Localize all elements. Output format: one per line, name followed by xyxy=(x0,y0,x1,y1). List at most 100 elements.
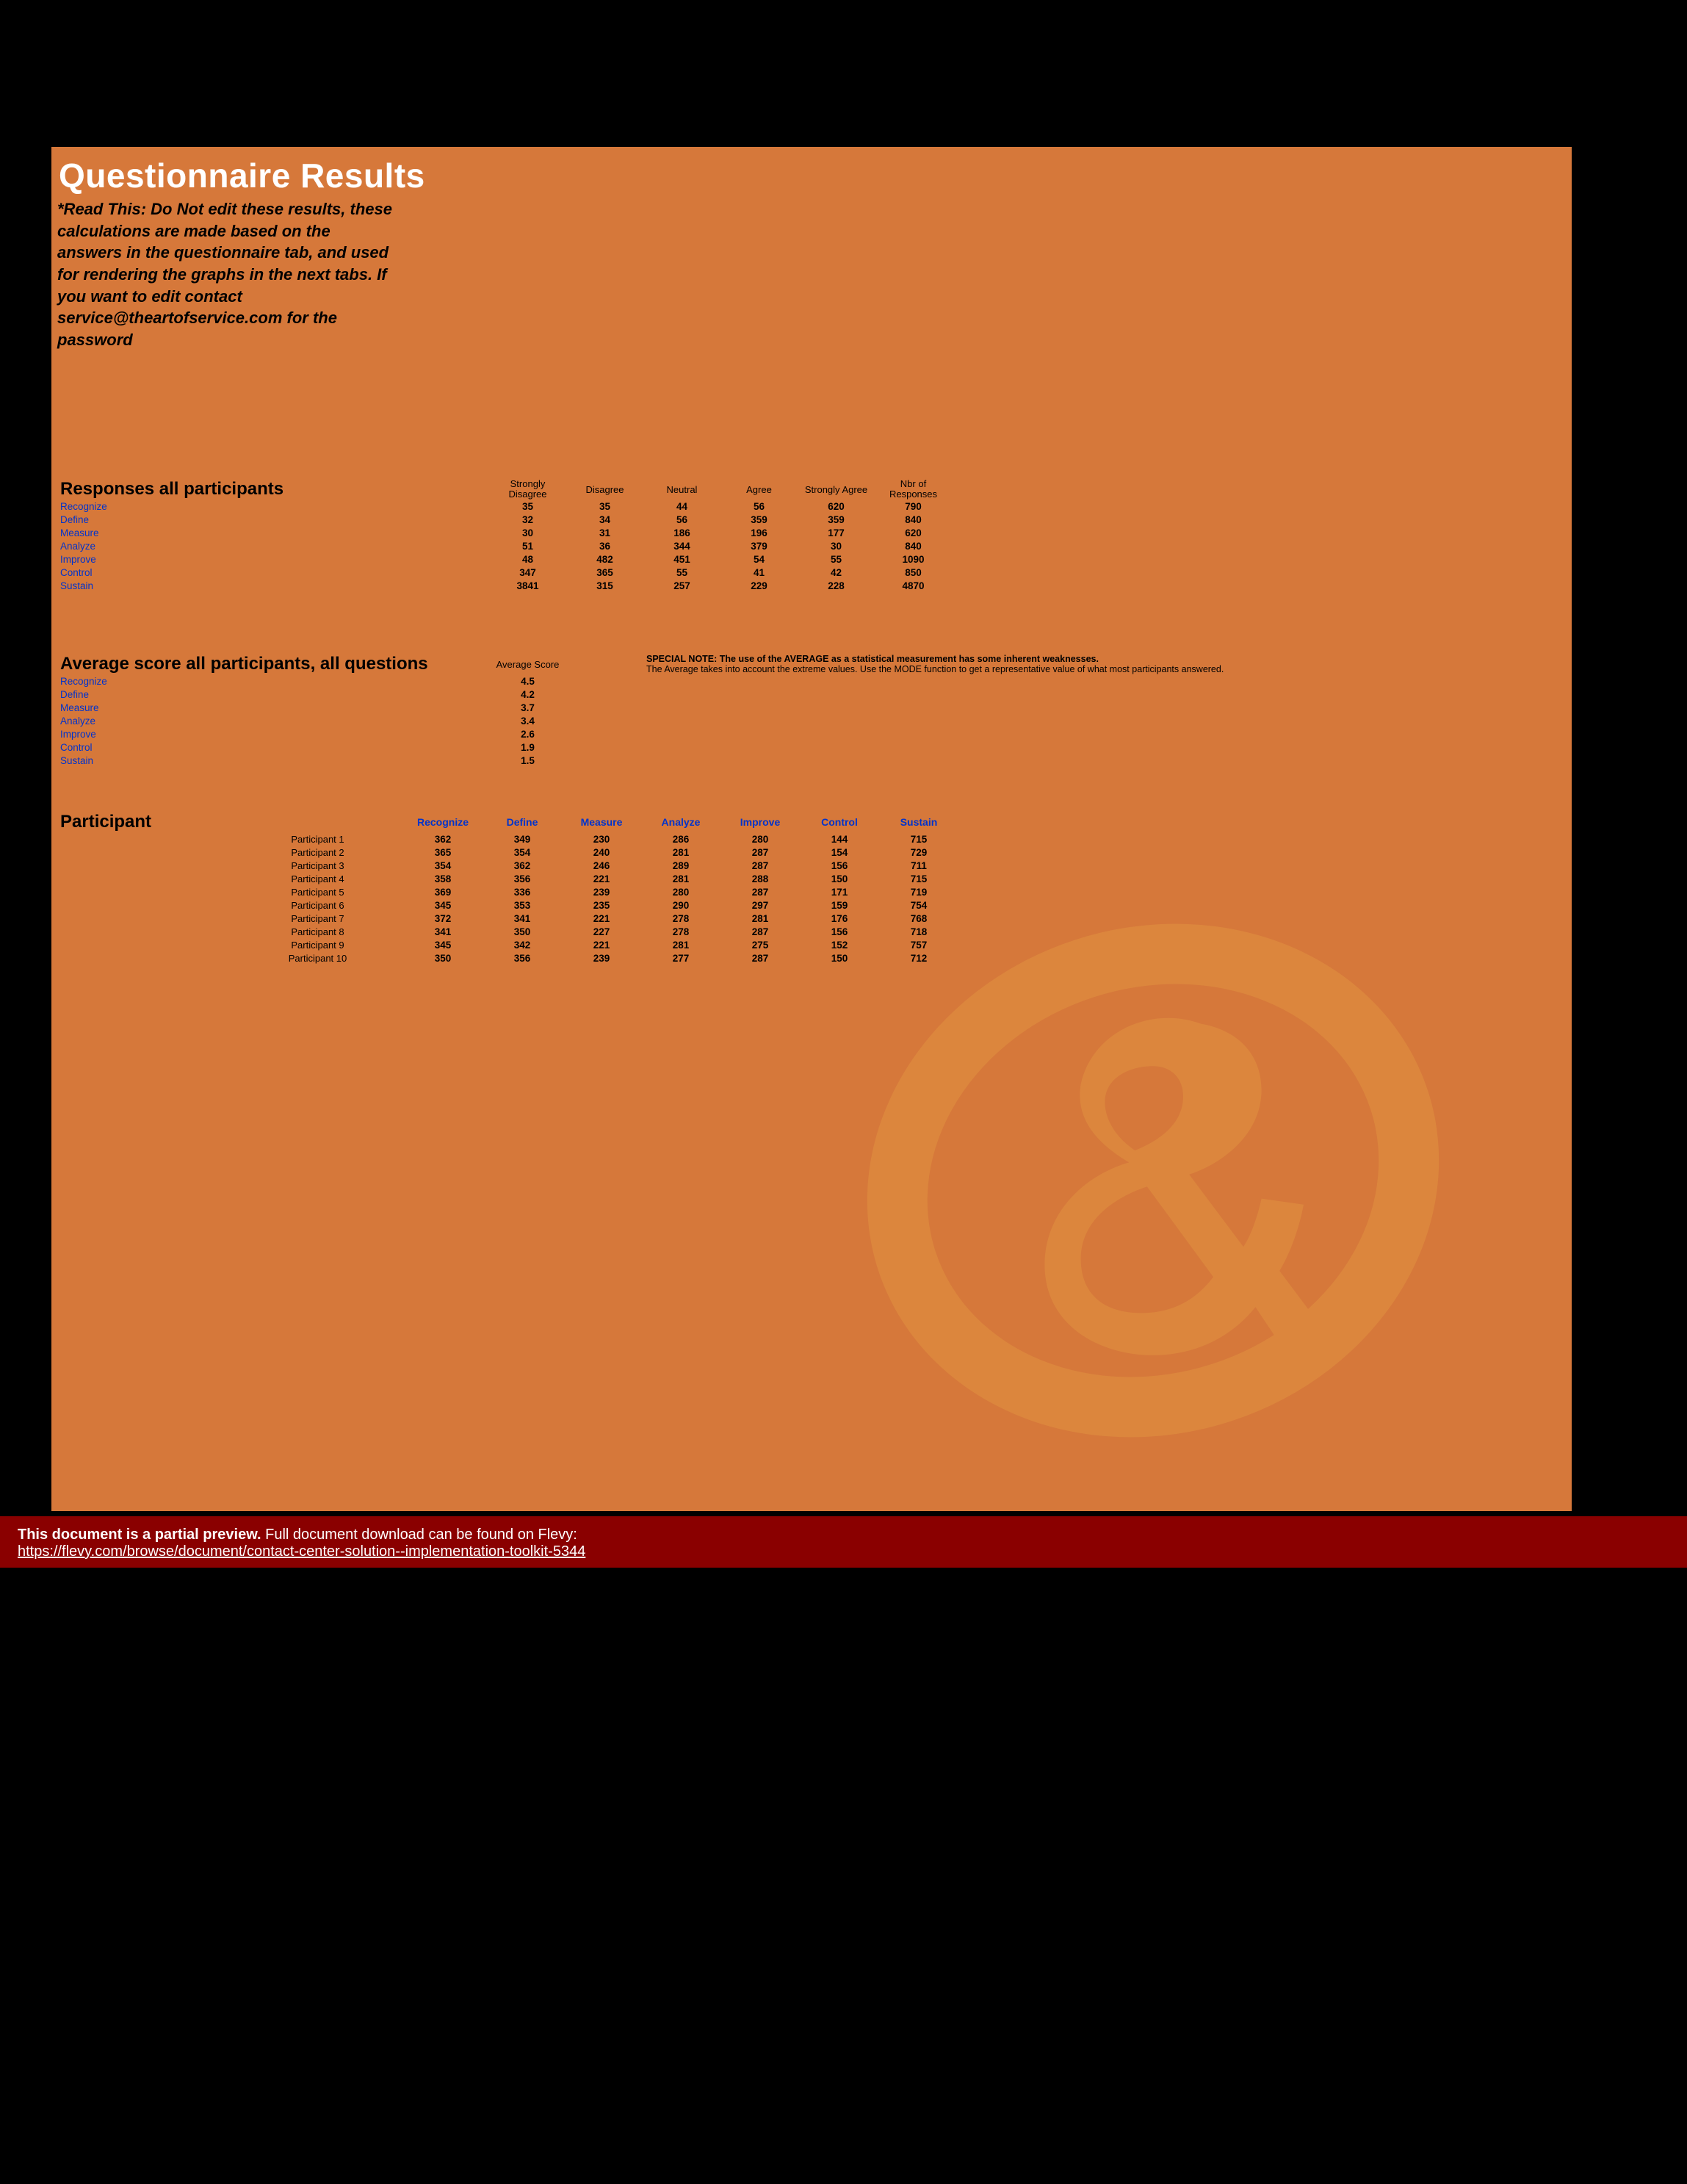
pcol-analyze: Analyze xyxy=(641,812,720,832)
cell: 353 xyxy=(483,898,562,912)
cell: 278 xyxy=(641,912,720,925)
cell: 359 xyxy=(798,513,875,527)
cell: 372 xyxy=(403,912,483,925)
row-label: Control xyxy=(57,566,489,580)
cell: 315 xyxy=(566,580,643,593)
averages-note: SPECIAL NOTE: The use of the AVERAGE as … xyxy=(646,654,1224,674)
cell: 41 xyxy=(720,566,798,580)
row-label: Sustain xyxy=(57,580,489,593)
col-disagree: Disagree xyxy=(566,479,643,500)
cell: 790 xyxy=(875,500,952,513)
table-row: Analyze3.4 xyxy=(57,714,566,727)
cell: 342 xyxy=(483,938,562,951)
table-row: Control347365554142850 xyxy=(57,566,952,580)
averages-note-bold: SPECIAL NOTE: The use of the AVERAGE as … xyxy=(646,654,1099,664)
col-strongly-disagree: StronglyDisagree xyxy=(492,479,563,500)
cell: 228 xyxy=(798,580,875,593)
table-row: Improve4848245154551090 xyxy=(57,553,952,566)
table-row: Recognize35354456620790 xyxy=(57,500,952,513)
cell: 3841 xyxy=(489,580,566,593)
cell: 4.2 xyxy=(489,688,566,701)
pcol-measure: Measure xyxy=(562,812,641,832)
participant-name: Participant 8 xyxy=(232,925,403,938)
row-label: Analyze xyxy=(57,540,489,553)
row-label: Recognize xyxy=(57,674,489,688)
cell: 176 xyxy=(800,912,879,925)
table-row: Participant 4358356221281288150715 xyxy=(57,872,958,885)
table-row: Recognize4.5 xyxy=(57,674,566,688)
cell: 715 xyxy=(879,832,958,846)
table-row: Measure3.7 xyxy=(57,701,566,714)
cell: 3.4 xyxy=(489,714,566,727)
cell: 347 xyxy=(489,566,566,580)
cell: 719 xyxy=(879,885,958,898)
cell: 277 xyxy=(641,951,720,965)
cell: 2.6 xyxy=(489,727,566,740)
cell: 341 xyxy=(403,925,483,938)
cell: 289 xyxy=(641,859,720,872)
cell: 4870 xyxy=(875,580,952,593)
cell: 30 xyxy=(489,527,566,540)
cell: 56 xyxy=(720,500,798,513)
cell: 221 xyxy=(562,938,641,951)
table-row: Analyze513634437930840 xyxy=(57,540,952,553)
col-strongly-agree: Strongly Agree xyxy=(798,479,875,500)
pcol-define: Define xyxy=(483,812,562,832)
cell: 345 xyxy=(403,898,483,912)
cell: 171 xyxy=(800,885,879,898)
row-label: Measure xyxy=(57,701,489,714)
responses-heading: Responses all participants xyxy=(57,479,489,500)
cell: 36 xyxy=(566,540,643,553)
cell: 55 xyxy=(643,566,720,580)
table-row: Participant 6345353235290297159754 xyxy=(57,898,958,912)
cell: 275 xyxy=(720,938,800,951)
col-agree: Agree xyxy=(720,479,798,500)
cell: 287 xyxy=(720,846,800,859)
cell: 281 xyxy=(641,938,720,951)
cell: 221 xyxy=(562,912,641,925)
cell: 227 xyxy=(562,925,641,938)
cell: 30 xyxy=(798,540,875,553)
cell: 280 xyxy=(641,885,720,898)
cell: 715 xyxy=(879,872,958,885)
col-nbr-responses: Nbr ofResponses xyxy=(878,479,949,500)
cell: 754 xyxy=(879,898,958,912)
table-row: Define4.2 xyxy=(57,688,566,701)
averages-heading: Average score all participants, all ques… xyxy=(57,654,489,674)
cell: 341 xyxy=(483,912,562,925)
cell: 362 xyxy=(403,832,483,846)
cell: 239 xyxy=(562,885,641,898)
participant-name: Participant 10 xyxy=(232,951,403,965)
cell: 144 xyxy=(800,832,879,846)
footer-link[interactable]: https://flevy.com/browse/document/contac… xyxy=(18,1543,585,1560)
cell: 711 xyxy=(879,859,958,872)
cell: 345 xyxy=(403,938,483,951)
cell: 712 xyxy=(879,951,958,965)
row-label: Sustain xyxy=(57,754,489,767)
cell: 186 xyxy=(643,527,720,540)
cell: 349 xyxy=(483,832,562,846)
participant-name: Participant 4 xyxy=(232,872,403,885)
participant-heading: Participant xyxy=(57,812,232,832)
participant-name: Participant 2 xyxy=(232,846,403,859)
cell: 156 xyxy=(800,925,879,938)
cell: 362 xyxy=(483,859,562,872)
cell: 44 xyxy=(643,500,720,513)
table-row: Participant 9345342221281275152757 xyxy=(57,938,958,951)
row-label: Analyze xyxy=(57,714,489,727)
col-average-score: Average Score xyxy=(489,654,566,674)
row-label: Recognize xyxy=(57,500,489,513)
page-title: Questionnaire Results xyxy=(51,147,1572,197)
averages-note-rest: The Average takes into account the extre… xyxy=(646,664,1224,674)
cell: 336 xyxy=(483,885,562,898)
cell: 1.5 xyxy=(489,754,566,767)
cell: 369 xyxy=(403,885,483,898)
cell: 56 xyxy=(643,513,720,527)
spreadsheet-area: Questionnaire Results *Read This: Do Not… xyxy=(51,147,1572,1511)
cell: 48 xyxy=(489,553,566,566)
table-row: Sustain38413152572292284870 xyxy=(57,580,952,593)
cell: 51 xyxy=(489,540,566,553)
row-label: Control xyxy=(57,740,489,754)
table-row: Define323456359359840 xyxy=(57,513,952,527)
cell: 240 xyxy=(562,846,641,859)
